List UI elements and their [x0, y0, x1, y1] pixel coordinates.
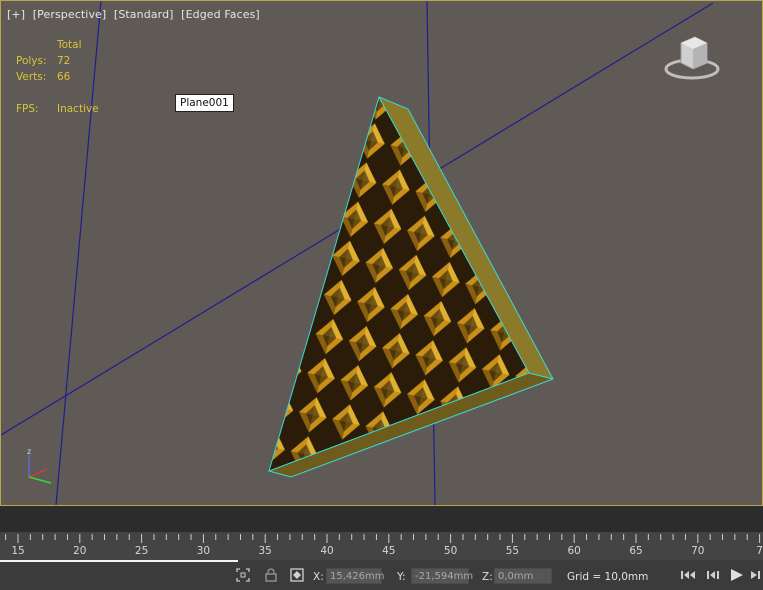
stats-verts-value: 66 [57, 71, 71, 83]
ruler-tick-label: 7 [756, 545, 763, 557]
viewport-menu-plus[interactable]: [+] [7, 8, 25, 21]
ruler-tick-label: 30 [196, 545, 211, 557]
viewport-menu-standard[interactable]: [Standard] [114, 8, 174, 21]
viewport-menu-perspective[interactable]: [Perspective] [33, 8, 107, 21]
stats-total-label: Total [57, 39, 82, 51]
play-icon[interactable] [729, 568, 745, 582]
next-frame-icon[interactable] [750, 568, 762, 582]
plane001-object[interactable] [268, 95, 554, 478]
viewcube-icon[interactable] [663, 31, 721, 83]
viewport-scene[interactable] [1, 1, 762, 505]
time-slider-track[interactable] [0, 506, 763, 532]
perspective-viewport[interactable]: [+] [Perspective] [Standard] [Edged Face… [0, 0, 763, 506]
prompt-line[interactable] [0, 560, 238, 590]
stats-verts-label: Verts: [16, 71, 47, 83]
ruler-tick-label: 60 [567, 545, 581, 557]
axis-z-label: z [27, 447, 31, 456]
absolute-mode-icon[interactable] [290, 568, 304, 582]
stats-fps-value: Inactive [57, 103, 99, 115]
y-coord-label: Y: [397, 571, 406, 583]
ruler-tick-label: 15 [11, 545, 25, 557]
ruler-tick-label: 50 [443, 545, 458, 557]
status-bar: X: 15,426mm Y: -21,594mm Z: 0,0mm Grid =… [0, 560, 763, 590]
lock-icon[interactable] [264, 568, 278, 582]
ruler-tick-label: 65 [629, 545, 643, 557]
axis-tripod-icon: z [27, 447, 52, 484]
selection-bracket-icon[interactable] [236, 568, 250, 582]
ruler-tick-label: 70 [691, 545, 705, 557]
grid-size-label: Grid = 10,0mm [567, 571, 649, 583]
stats-polys-label: Polys: [16, 55, 47, 67]
x-coord-label: X: [313, 571, 324, 583]
z-coord-field[interactable]: 0,0mm [494, 568, 552, 584]
ruler-tick-label: 20 [73, 545, 87, 557]
object-name-label: Plane001 [175, 94, 234, 112]
x-coord-field[interactable]: 15,426mm [326, 568, 384, 584]
ruler-tick-label: 45 [382, 545, 396, 557]
ruler-ticks [5, 534, 761, 543]
stats-fps-label: FPS: [16, 103, 39, 115]
viewport-label-menu: [+] [Perspective] [Standard] [Edged Face… [7, 8, 264, 21]
previous-frame-icon[interactable] [706, 568, 722, 582]
ruler-tick-label: 25 [134, 545, 149, 557]
viewport-menu-edged-faces[interactable]: [Edged Faces] [181, 8, 260, 21]
go-to-start-icon[interactable] [680, 568, 696, 582]
y-coord-field[interactable]: -21,594mm [411, 568, 473, 584]
z-coord-label: Z: [482, 571, 493, 583]
ruler-tick-label: 55 [505, 545, 520, 557]
ruler-tick-label: 35 [258, 545, 272, 557]
stats-polys-value: 72 [57, 55, 71, 67]
ruler-tick-label: 40 [320, 545, 334, 557]
timeline-ruler[interactable]: 15 20 25 30 35 40 45 50 55 60 65 70 7 [0, 532, 763, 560]
